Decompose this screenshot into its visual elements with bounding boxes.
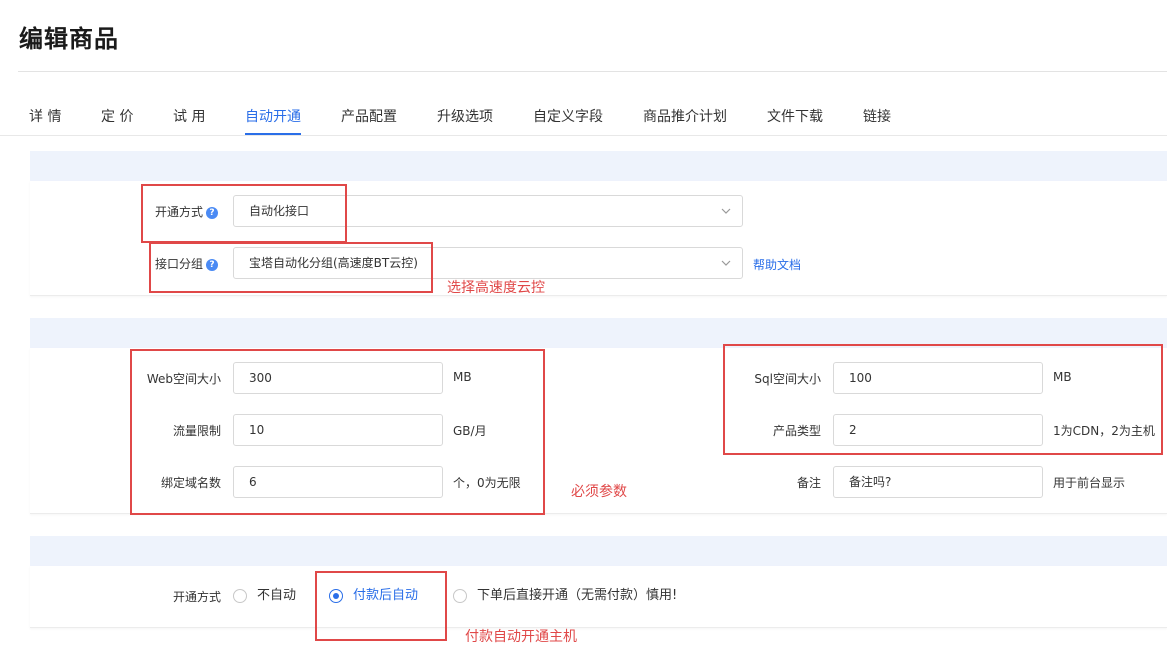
sql-space-input[interactable]: 100 (833, 362, 1043, 394)
help-icon[interactable]: ? (206, 207, 219, 219)
sql-space-label: Sql空间大小 (754, 372, 821, 386)
radio-label: 下单后直接开通（无需付款）慎用! (477, 588, 678, 603)
interface-group-select[interactable]: 宝塔自动化分组(高速度BT云控) (233, 247, 743, 279)
open-method-label: 开通方式? (155, 203, 219, 220)
tab-bar: 详 情 定 价 试 用 自动开通 产品配置 升级选项 自定义字段 商品推介计划 … (0, 100, 1167, 136)
radio-label: 不自动 (257, 588, 297, 603)
product-type-label: 产品类型 (772, 424, 821, 438)
radio-circle[interactable] (233, 589, 247, 603)
tab-upgrade-options[interactable]: 升级选项 (437, 106, 493, 126)
annotation-auto-open: 付款自动开通主机 (465, 629, 577, 645)
traffic-limit-input[interactable]: 10 (233, 414, 443, 446)
help-icon[interactable]: ? (206, 259, 219, 271)
section-header-module (30, 151, 1167, 181)
sql-space-unit: MB (1053, 370, 1072, 384)
section-header-params (30, 318, 1167, 348)
tab-pricing[interactable]: 定 价 (101, 106, 133, 126)
note-unit: 用于前台显示 (1053, 476, 1126, 490)
help-docs-link[interactable]: 帮助文档 (753, 256, 801, 273)
domain-count-unit: 个，0为无限 (453, 476, 521, 490)
tab-trial[interactable]: 试 用 (173, 106, 205, 126)
domain-count-input[interactable]: 6 (233, 466, 443, 498)
note-label: 备注 (796, 476, 821, 490)
radio-circle-checked[interactable] (329, 589, 343, 603)
page-title: 编辑商品 (19, 25, 119, 53)
tab-file-download[interactable]: 文件下载 (767, 106, 823, 126)
web-space-unit: MB (453, 370, 472, 384)
annotation-required-params: 必须参数 (571, 484, 627, 500)
tab-details[interactable]: 详 情 (29, 106, 61, 126)
title-divider (18, 71, 1167, 72)
open-method-select[interactable]: 自动化接口 (233, 195, 743, 227)
product-type-input[interactable]: 2 (833, 414, 1043, 446)
radio-label: 付款后自动 (353, 588, 419, 603)
chevron-down-icon (721, 260, 731, 266)
active-tab-indicator (245, 133, 301, 135)
tab-referral-program[interactable]: 商品推介计划 (643, 106, 727, 126)
interface-group-value: 宝塔自动化分组(高速度BT云控) (249, 256, 418, 270)
provision-method-label: 开通方式 (172, 590, 221, 604)
web-space-label: Web空间大小 (146, 372, 221, 386)
tab-product-config[interactable]: 产品配置 (341, 106, 397, 126)
traffic-limit-unit: GB/月 (453, 424, 487, 438)
traffic-limit-label: 流量限制 (172, 424, 221, 438)
annotation-select-cloud: 选择高速度云控 (447, 280, 545, 296)
note-input[interactable]: 备注吗? (833, 466, 1043, 498)
tab-auto-provision[interactable]: 自动开通 (245, 106, 301, 126)
tab-custom-fields[interactable]: 自定义字段 (533, 106, 603, 126)
open-method-value: 自动化接口 (249, 204, 310, 218)
chevron-down-icon (721, 208, 731, 214)
domain-count-label: 绑定域名数 (160, 476, 221, 490)
interface-group-label: 接口分组? (155, 255, 219, 272)
radio-circle[interactable] (453, 589, 467, 603)
web-space-input[interactable]: 300 (233, 362, 443, 394)
product-type-unit: 1为CDN，2为主机 (1053, 424, 1155, 438)
tab-links[interactable]: 链接 (863, 106, 891, 126)
section-header-provision (30, 536, 1167, 566)
